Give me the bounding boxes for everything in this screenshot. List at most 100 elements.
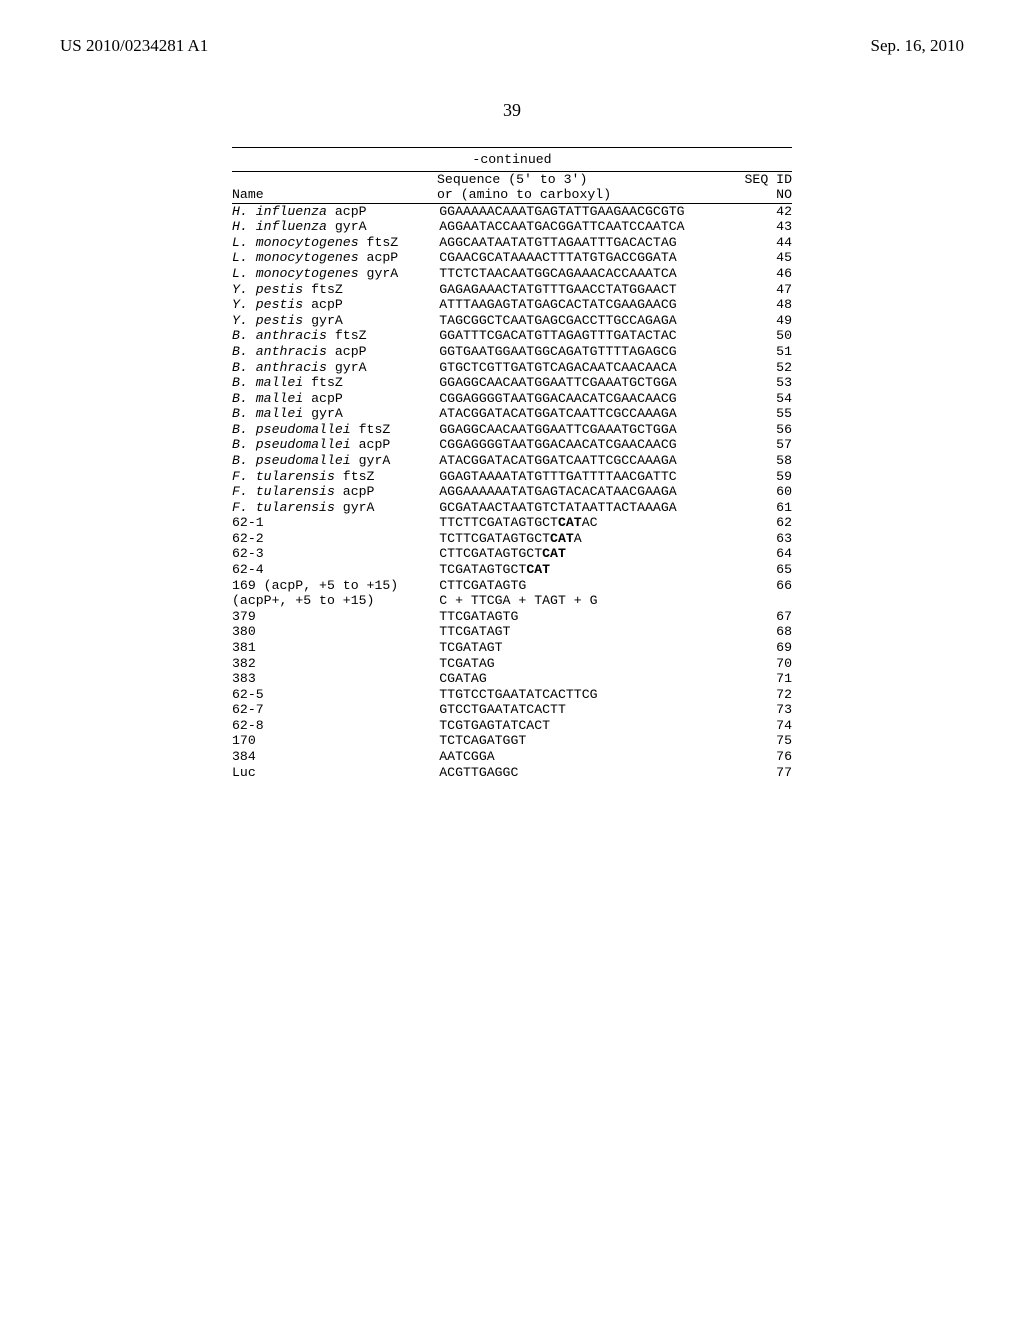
seq-prefix: TTCTTCGATAGTGCT: [439, 515, 558, 530]
organism-name: Y. pestis: [232, 297, 303, 312]
sequence-cell: CTTCGATAGTGCTCAT: [439, 546, 739, 562]
sequence-cell: CGAACGCATAAAACTTTATGTGACCGGATA: [439, 250, 739, 266]
seq-id-cell: 50: [739, 328, 792, 344]
col-name-header: Name: [232, 172, 437, 203]
seq-prefix: TCTTCGATAGTGCT: [439, 531, 550, 546]
seq-id-cell: 71: [739, 671, 792, 687]
publication-number: US 2010/0234281 A1: [60, 36, 208, 56]
name-cell: 384: [232, 749, 439, 765]
gene-name: acpP: [303, 391, 343, 406]
name-cell: 170: [232, 733, 439, 749]
sequence-cell: CTTCGATAGTG: [439, 578, 739, 594]
gene-name: ftsZ: [351, 422, 391, 437]
seq-id-cell: 70: [739, 656, 792, 672]
name-cell: B. pseudomallei acpP: [232, 437, 439, 453]
name-cell: L. monocytogenes gyrA: [232, 266, 439, 282]
sequence-cell: TCGTGAGTATCACT: [439, 718, 739, 734]
organism-name: B. mallei: [232, 391, 303, 406]
header-row: Name Sequence (5' to 3') or (amino to ca…: [232, 172, 792, 203]
table-row: B. mallei acpPCGGAGGGGTAATGGACAACATCGAAC…: [232, 391, 792, 407]
gene-name: acpP: [359, 250, 399, 265]
gene-name: acpP: [327, 204, 367, 219]
name-cell: B. pseudomallei ftsZ: [232, 422, 439, 438]
seq-id-cell: 59: [739, 469, 792, 485]
table-row: B. anthracis ftsZGGATTTCGACATGTTAGAGTTTG…: [232, 328, 792, 344]
col-id-header: SEQ ID NO: [734, 172, 792, 203]
organism-name: H. influenza: [232, 204, 327, 219]
sequence-cell: AGGAAAAAATATGAGTACACATAACGAAGA: [439, 484, 739, 500]
seq-suffix: AC: [582, 515, 598, 530]
organism-name: B. anthracis: [232, 328, 327, 343]
seq-label-1: Sequence (5' to 3'): [437, 172, 587, 187]
gene-name: ftsZ: [303, 375, 343, 390]
name-cell: Luc: [232, 765, 439, 781]
name-cell: B. mallei gyrA: [232, 406, 439, 422]
table-row: 384AATCGGA76: [232, 749, 792, 765]
name-cell: 382: [232, 656, 439, 672]
sequence-cell: GGAAAAACAAATGAGTATTGAAGAACGCGTG: [439, 204, 739, 220]
name-cell: L. monocytogenes acpP: [232, 250, 439, 266]
table-row: L. monocytogenes acpPCGAACGCATAAAACTTTAT…: [232, 250, 792, 266]
organism-name: B. pseudomallei: [232, 453, 351, 468]
table-row: F. tularensis ftsZGGAGTAAAATATGTTTGATTTT…: [232, 469, 792, 485]
seq-id-cell: 69: [739, 640, 792, 656]
organism-name: B. anthracis: [232, 344, 327, 359]
table-row: H. influenza gyrAAGGAATACCAATGACGGATTCAA…: [232, 219, 792, 235]
seq-id-cell: 55: [739, 406, 792, 422]
seq-suffix: A: [574, 531, 582, 546]
name-cell: 62-5: [232, 687, 439, 703]
seq-bold: CAT: [550, 531, 574, 546]
sequence-cell: GGATTTCGACATGTTAGAGTTTGATACTAC: [439, 328, 739, 344]
sequence-cell: GAGAGAAACTATGTTTGAACCTATGGAACT: [439, 282, 739, 298]
seq-id-cell: 68: [739, 624, 792, 640]
sequence-cell: C + TTCGA + TAGT + G: [439, 593, 739, 609]
sequence-cell: TTGTCCTGAATATCACTTCG: [439, 687, 739, 703]
gene-name: gyrA: [351, 453, 391, 468]
gene-name: gyrA: [359, 266, 399, 281]
gene-name: acpP: [303, 297, 343, 312]
name-cell: H. influenza gyrA: [232, 219, 439, 235]
table-row: 62-7GTCCTGAATATCACTT73: [232, 702, 792, 718]
seq-id-cell: 49: [739, 313, 792, 329]
sequence-cell: TTCGATAGTG: [439, 609, 739, 625]
gene-name: gyrA: [335, 500, 375, 515]
seq-id-cell: 48: [739, 297, 792, 313]
table-row: B. pseudomallei ftsZGGAGGCAACAATGGAATTCG…: [232, 422, 792, 438]
organism-name: B. pseudomallei: [232, 437, 351, 452]
sequence-cell: CGATAG: [439, 671, 739, 687]
organism-name: F. tularensis: [232, 500, 335, 515]
name-cell: B. anthracis ftsZ: [232, 328, 439, 344]
seq-id-cell: 44: [739, 235, 792, 251]
seq-prefix: CTTCGATAGTGCT: [439, 546, 542, 561]
gene-name: gyrA: [327, 360, 367, 375]
seq-id-cell: 53: [739, 375, 792, 391]
name-cell: Y. pestis ftsZ: [232, 282, 439, 298]
name-cell: 62-7: [232, 702, 439, 718]
page-number: 39: [0, 100, 1024, 121]
table-row: 169 (acpP, +5 to +15)CTTCGATAGTG66: [232, 578, 792, 594]
sequence-cell: AGGAATACCAATGACGGATTCAATCCAATCA: [439, 219, 739, 235]
seq-id-cell: 58: [739, 453, 792, 469]
table-row: B. mallei ftsZGGAGGCAACAATGGAATTCGAAATGC…: [232, 375, 792, 391]
name-cell: H. influenza acpP: [232, 204, 439, 220]
sequence-cell: TCTTCGATAGTGCTCATA: [439, 531, 739, 547]
sequence-cell: GCGATAACTAATGTCTATAATTACTAAAGA: [439, 500, 739, 516]
table-row: Y. pestis gyrATAGCGGCTCAATGAGCGACCTTGCCA…: [232, 313, 792, 329]
table-row: 381TCGATAGT69: [232, 640, 792, 656]
name-cell: F. tularensis ftsZ: [232, 469, 439, 485]
name-cell: Y. pestis gyrA: [232, 313, 439, 329]
seq-id-cell: 47: [739, 282, 792, 298]
sequence-cell: ATTTAAGAGTATGAGCACTATCGAAGAACG: [439, 297, 739, 313]
seq-label-2: or (amino to carboxyl): [437, 187, 611, 202]
sequence-cell: TTCGATAGT: [439, 624, 739, 640]
organism-name: B. pseudomallei: [232, 422, 351, 437]
sequence-cell: TTCTCTAACAATGGCAGAAACACCAAATCA: [439, 266, 739, 282]
seq-bold: CAT: [526, 562, 550, 577]
sequence-cell: TCGATAG: [439, 656, 739, 672]
organism-name: Y. pestis: [232, 313, 303, 328]
table-row: B. anthracis gyrAGTGCTCGTTGATGTCAGACAATC…: [232, 360, 792, 376]
name-cell: 62-1: [232, 515, 439, 531]
seq-id-cell: 42: [739, 204, 792, 220]
seq-id-cell: 76: [739, 749, 792, 765]
name-cell: L. monocytogenes ftsZ: [232, 235, 439, 251]
